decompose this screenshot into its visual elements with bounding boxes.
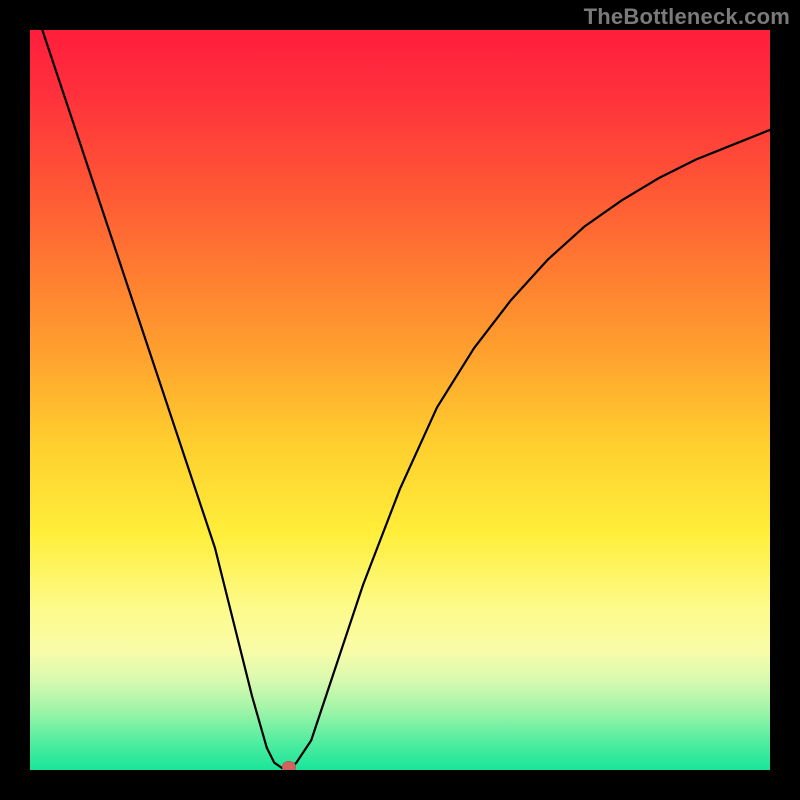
bottleneck-curve — [30, 30, 770, 770]
watermark-text: TheBottleneck.com — [584, 4, 790, 30]
optimum-marker — [282, 761, 296, 770]
chart-frame: TheBottleneck.com — [0, 0, 800, 800]
plot-area — [30, 30, 770, 770]
